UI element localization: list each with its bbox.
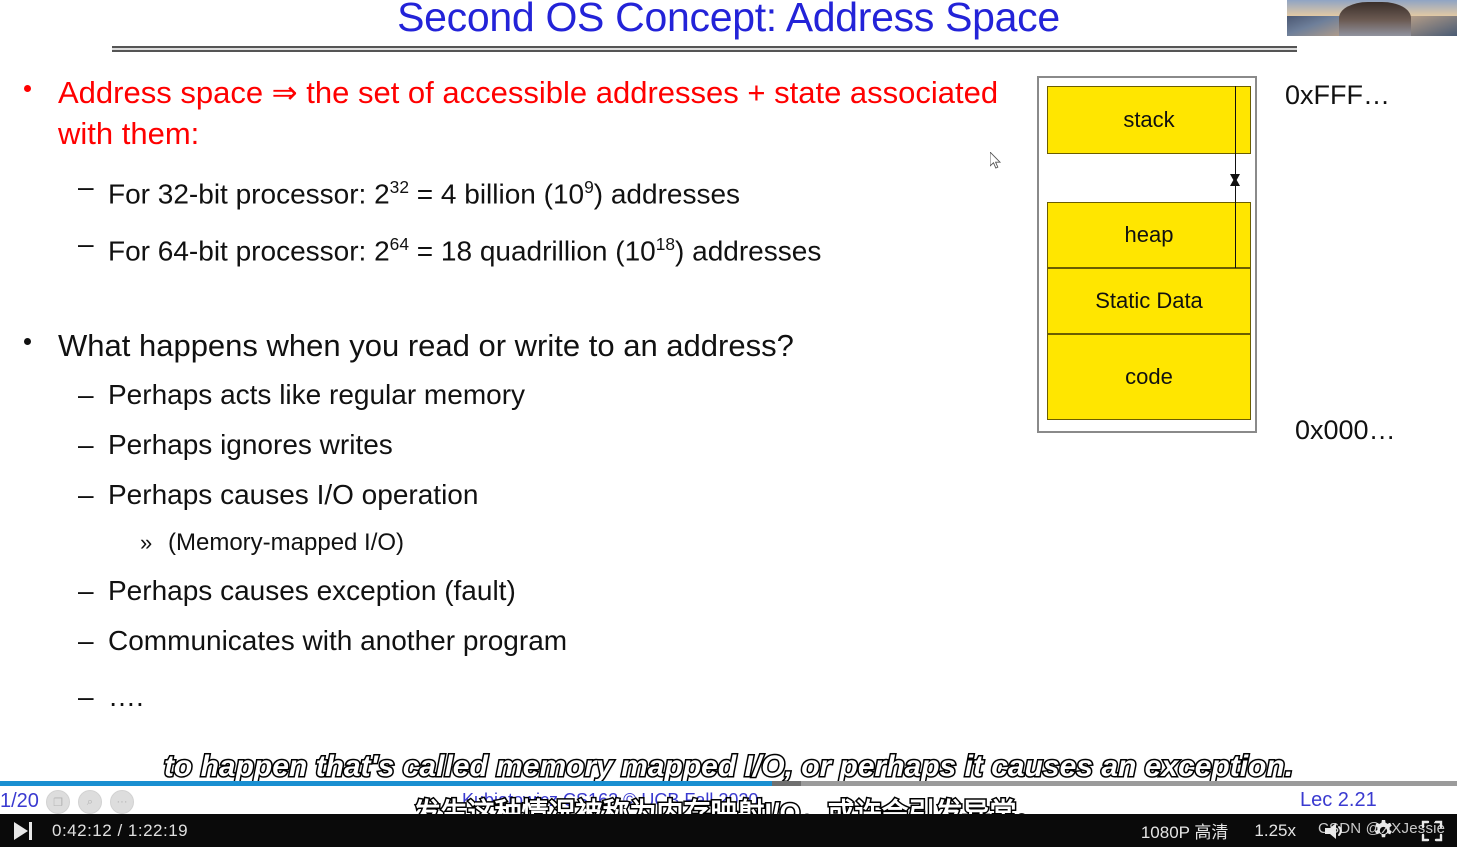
- bullet-text: Perhaps acts like regular memory: [108, 378, 526, 410]
- bullet-text: ….: [108, 680, 144, 712]
- play-triangle-icon: [14, 821, 28, 840]
- bullet-memory-mapped-io: » (Memory-mapped I/O): [0, 520, 1030, 566]
- playback-speed-selector[interactable]: 1.25x: [1254, 821, 1296, 841]
- bullet-text: Perhaps causes I/O operation: [108, 478, 479, 510]
- bullet-ignores-writes: – Perhaps ignores writes: [0, 420, 1030, 470]
- bullet-text: Communicates with another program: [108, 624, 568, 656]
- heap-growth-arrow-shaft: [1235, 184, 1236, 268]
- bullet-dot-icon: [24, 337, 31, 345]
- bullet-text-pre: For 64-bit processor: 2: [108, 235, 390, 267]
- dash-marker: –: [78, 428, 94, 460]
- play-bar-icon: [29, 821, 32, 840]
- segment-label: code: [1125, 364, 1173, 389]
- memory-segment-heap: heap: [1047, 202, 1251, 268]
- bullet-text-pre: For 32-bit processor: 2: [108, 178, 390, 210]
- address-high-label: 0xFFF…: [1285, 80, 1390, 110]
- progress-bar-buffer: [772, 781, 802, 786]
- progress-bar-fill: [0, 781, 773, 786]
- dash-marker: –: [78, 171, 94, 202]
- exponent-32: 32: [389, 177, 409, 197]
- memory-segment-stack: stack: [1047, 86, 1251, 154]
- dash-marker: –: [78, 574, 94, 606]
- bullet-text: (Memory-mapped I/O): [168, 528, 405, 556]
- bullet-text-post: ) addresses: [675, 235, 822, 267]
- play-button[interactable]: [12, 820, 38, 842]
- guillemet-marker: »: [140, 529, 153, 555]
- memory-layout-diagram: stack heap Static Data code: [1037, 76, 1257, 433]
- dash-marker: –: [78, 680, 94, 712]
- time-display: 0:42:12 / 1:22:19: [52, 820, 189, 840]
- memory-segment-code: code: [1047, 334, 1251, 420]
- mouse-cursor-icon: [990, 152, 1002, 169]
- bullet-regular-memory: – Perhaps acts like regular memory: [0, 370, 1030, 420]
- segment-label: Static Data: [1095, 288, 1203, 313]
- presentation-slide: Second OS Concept: Address Space Address…: [0, 0, 1457, 815]
- heap-growth-up-arrow-icon: [1230, 177, 1240, 186]
- bullet-address-space: Address space ⇒ the set of accessible ad…: [0, 72, 1030, 154]
- bullet-dot-icon: [24, 85, 31, 92]
- bullet-text: What happens when you read or write to a…: [58, 327, 794, 363]
- dash-marker: –: [78, 228, 94, 260]
- progress-bar-track[interactable]: [0, 781, 1457, 786]
- quality-selector[interactable]: 1080P 高清: [1141, 818, 1229, 843]
- bullet-32bit-processor: – For 32-bit processor: 232 = 4 billion …: [0, 162, 1030, 219]
- bullet-exception-fault: – Perhaps causes exception (fault): [0, 566, 1030, 616]
- exponent-18: 18: [655, 234, 676, 255]
- page-title: Second OS Concept: Address Space: [397, 0, 1060, 40]
- bullet-text-post: ) addresses: [593, 178, 741, 210]
- bilibili-tv-logo-icon: [1397, 690, 1457, 744]
- slide-body: Address space ⇒ the set of accessible ad…: [0, 72, 1030, 722]
- dash-marker: –: [78, 378, 94, 410]
- bullet-text: Address space ⇒ the set of accessible ad…: [58, 75, 999, 151]
- bullet-communicates-program: – Communicates with another program: [0, 616, 1030, 666]
- bullet-text-mid: = 18 quadrillion (10: [408, 235, 656, 267]
- bullet-text: Perhaps ignores writes: [108, 428, 393, 460]
- address-low-label: 0x000…: [1295, 415, 1396, 445]
- csdn-watermark: CSDN @XXJessie: [1318, 820, 1446, 837]
- bullet-ellipsis: – ….: [0, 672, 1030, 722]
- bullet-what-happens: What happens when you read or write to a…: [0, 325, 1030, 366]
- memory-segment-static-data: Static Data: [1047, 268, 1251, 334]
- speaker-webcam-overlay: [1287, 0, 1457, 36]
- bullet-text: Perhaps causes exception (fault): [108, 574, 516, 606]
- dash-marker: –: [78, 624, 94, 656]
- title-divider: [112, 46, 1297, 52]
- bullet-text-mid: = 4 billion (10: [408, 178, 585, 210]
- subtitle-english: to happen that's called memory mapped I/…: [162, 749, 1294, 785]
- stack-growth-arrow-shaft: [1235, 86, 1236, 176]
- segment-label: stack: [1123, 107, 1175, 132]
- webcam-speaker: [1339, 2, 1411, 36]
- bullet-64bit-processor: – For 64-bit processor: 264 = 18 quadril…: [0, 219, 1030, 276]
- dash-marker: –: [78, 478, 94, 510]
- segment-label: heap: [1124, 222, 1174, 247]
- exponent-9: 9: [584, 177, 594, 197]
- player-control-bar: 0:42:12 / 1:22:19 1080P 高清 1.25x: [0, 814, 1457, 847]
- exponent-64: 64: [389, 234, 409, 255]
- bullet-io-operation: – Perhaps causes I/O operation: [0, 470, 1030, 520]
- video-player-stage: Second OS Concept: Address Space Address…: [0, 0, 1457, 847]
